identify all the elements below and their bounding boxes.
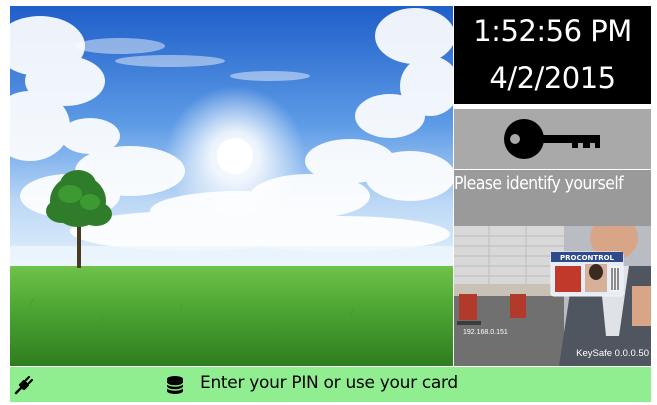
key-icon [504, 119, 600, 159]
login-panel: 1:52:56 PM 4/2/2015 Please identify your… [454, 6, 651, 366]
key-login-button[interactable] [454, 107, 651, 169]
identify-text: Please identify yourself [454, 174, 624, 194]
ip-address: 192.168.0.151 [463, 329, 508, 336]
identify-banner: Please identify yourself [454, 170, 651, 226]
clock-date: 4/2/2015 [489, 61, 616, 95]
plug-icon [14, 375, 34, 395]
wallpaper-image [10, 6, 453, 366]
database-icon [166, 376, 184, 394]
card-user-photo: PROCONTROL 192.168.0.151 KeySafe 0.0.0.5… [454, 226, 651, 366]
card-brand-text: PROCONTROL [560, 254, 615, 262]
status-prompt: Enter your PIN or use your card [200, 373, 458, 393]
clock-time: 1:52:56 PM [473, 14, 632, 48]
status-bar: Enter your PIN or use your card [10, 367, 651, 402]
keysafe-terminal-screen: 1:52:56 PM 4/2/2015 Please identify your… [0, 0, 657, 405]
clock-display: 1:52:56 PM 4/2/2015 [454, 6, 651, 104]
version-label: KeySafe 0.0.0.50 [576, 348, 649, 359]
